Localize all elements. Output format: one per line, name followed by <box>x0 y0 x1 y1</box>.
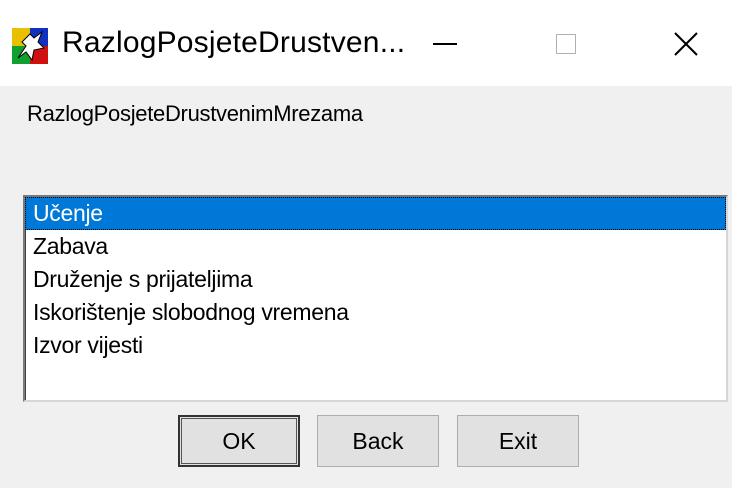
window-title: RazlogPosjeteDrustven... <box>62 26 406 59</box>
form-caption-label: RazlogPosjeteDrustvenimMrezama <box>27 101 363 126</box>
list-item[interactable]: Izvor vijesti <box>25 329 726 362</box>
close-icon <box>674 32 698 56</box>
list-item[interactable]: Zabava <box>25 230 726 263</box>
exit-button[interactable]: Exit <box>457 415 579 467</box>
minimize-button[interactable] <box>414 14 476 74</box>
dialog-window: RazlogPosjeteDrustven... RazlogPosjeteDr… <box>0 0 732 488</box>
list-item[interactable]: Učenje <box>25 197 726 230</box>
minimize-icon <box>433 43 457 45</box>
back-button[interactable]: Back <box>317 415 439 467</box>
list-item[interactable]: Druženje s prijateljima <box>25 263 726 296</box>
maximize-icon <box>556 34 576 54</box>
title-bar[interactable]: RazlogPosjeteDrustven... <box>0 0 732 86</box>
list-item[interactable]: Iskorištenje slobodnog vremena <box>25 296 726 329</box>
ok-button[interactable]: OK <box>178 415 300 467</box>
app-icon <box>12 28 48 64</box>
reasons-listbox[interactable]: Učenje Zabava Druženje s prijateljima Is… <box>23 195 728 402</box>
maximize-button[interactable] <box>535 14 597 74</box>
close-button[interactable] <box>655 14 717 74</box>
